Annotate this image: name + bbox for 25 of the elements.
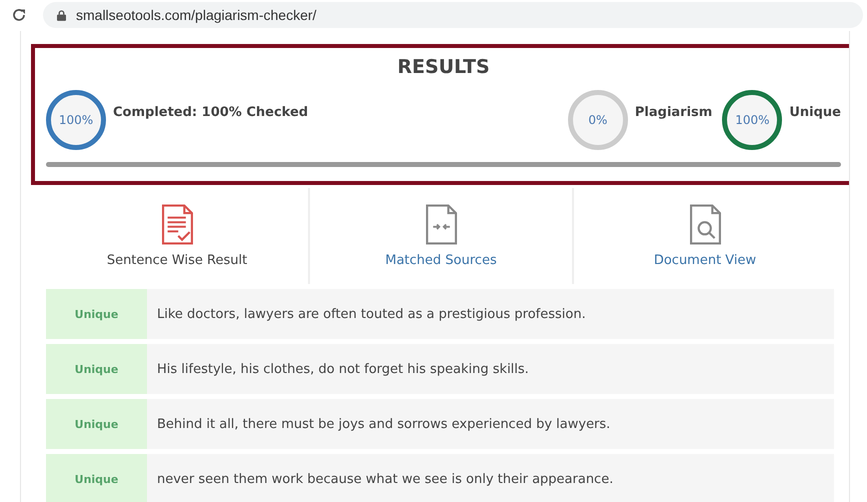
sentence-cell-text: never seen them work because what we see is only their appearance. bbox=[156, 470, 614, 488]
progress-ring: 0% bbox=[568, 90, 628, 150]
tab[interactable]: Document View bbox=[574, 188, 836, 284]
document-magnifier-icon bbox=[688, 204, 722, 245]
sentence-cell-text: Like doctors, lawyers are often touted as a prestigious profession. bbox=[156, 306, 586, 324]
address-bar[interactable]: smallseotools.com/plagiarism-checker/ bbox=[43, 2, 863, 28]
stat-label: Unique bbox=[789, 104, 841, 120]
results-title: RESULTS bbox=[396, 56, 491, 78]
tab[interactable]: Matched Sources bbox=[310, 188, 574, 284]
reload-icon[interactable] bbox=[11, 7, 27, 23]
progress-ring: 100% bbox=[722, 90, 782, 150]
tab[interactable]: Sentence Wise Result bbox=[46, 188, 310, 284]
progress-ring: 100% bbox=[46, 90, 106, 150]
status-cell: Unique bbox=[46, 344, 147, 394]
document-arrows-icon bbox=[424, 204, 458, 245]
url-text: smallseotools.com/plagiarism-checker/ bbox=[76, 7, 316, 23]
stat-label: Completed: 100% Checked bbox=[113, 104, 308, 120]
status-cell: Unique bbox=[46, 399, 147, 449]
sentence-cell-text: His lifestyle, his clothes, do not forget his speaking skills. bbox=[156, 360, 529, 378]
status-cell: Unique bbox=[46, 289, 147, 339]
sentence-cell-text: Behind it all, there must be joys and sorrows experienced by lawyers. bbox=[156, 416, 610, 434]
status-cell: Unique bbox=[46, 454, 147, 502]
stat-label: Plagiarism bbox=[634, 104, 712, 120]
lock-icon bbox=[57, 10, 66, 20]
document-check-icon bbox=[160, 204, 194, 245]
